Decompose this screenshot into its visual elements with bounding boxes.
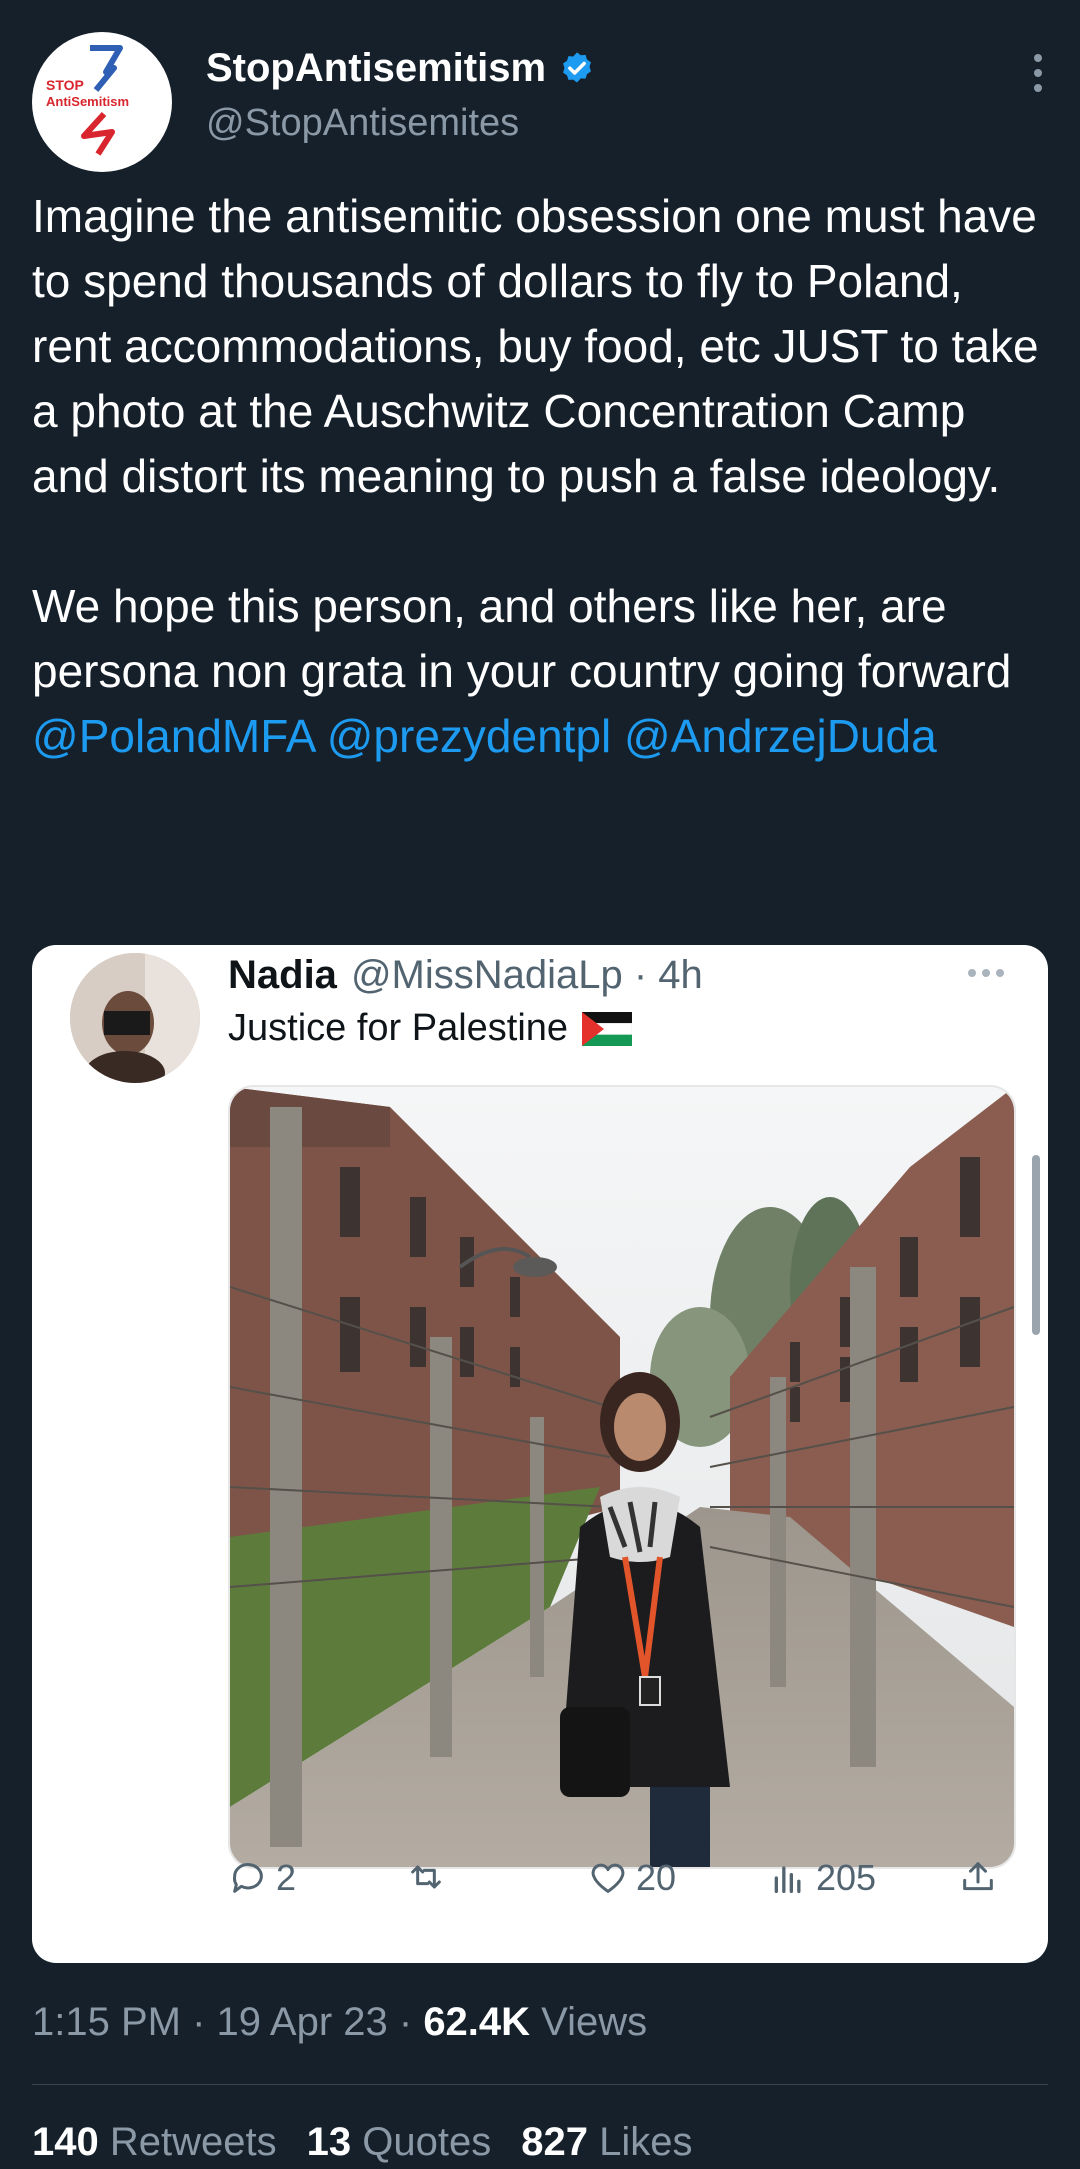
quoted-header: Nadia @MissNadiaLp · 4h <box>228 953 703 998</box>
views-total: 62.4K <box>423 2000 531 2044</box>
tweet-text: Imagine the antisemitic obsession one mu… <box>32 184 1052 769</box>
reply-count: 2 <box>276 1857 297 1898</box>
engagement-stats: 140 Retweets 13 Quotes 827 Likes <box>32 2120 692 2165</box>
quoted-tweet[interactable]: Nadia @MissNadiaLp · 4h Justice for Pale… <box>32 945 1048 1963</box>
tweet-timestamp: 1:15 PM · 19 Apr 23 · 62.4K Views <box>32 2000 647 2045</box>
quoted-author-name[interactable]: Nadia <box>228 953 337 998</box>
scrollbar[interactable] <box>1032 1155 1040 1335</box>
palestine-flag-icon <box>582 1011 633 1046</box>
quoted-author-avatar[interactable] <box>70 953 200 1083</box>
retweet-action[interactable] <box>406 1857 454 1897</box>
tweet-paragraph-2-text: We hope this person, and others like her… <box>32 580 1012 697</box>
views-icon <box>774 1866 801 1893</box>
quoted-author-meta[interactable]: @MissNadiaLp · 4h <box>351 953 703 998</box>
quotes-label: Quotes <box>362 2120 492 2164</box>
mention-polandmfa[interactable]: @PolandMFA <box>32 710 314 762</box>
likes-label: Likes <box>599 2120 693 2164</box>
share-icon <box>963 1862 993 1891</box>
logo-stop-text: STOP <box>46 77 84 93</box>
like-action[interactable]: 20 <box>588 1857 676 1899</box>
reply-icon <box>232 1863 263 1893</box>
quoted-more-icon[interactable] <box>968 969 1004 977</box>
quoted-action-bar: 2 20 205 <box>228 1857 1028 1927</box>
quoted-photo[interactable] <box>228 1085 1016 1869</box>
divider <box>32 2084 1048 2085</box>
tweet-header: STOP AntiSemitism StopAntisemitism @Stop… <box>32 32 1048 172</box>
verified-badge-icon <box>563 51 591 82</box>
stopantisemitism-logo-icon: STOP AntiSemitism <box>46 45 129 156</box>
tweet-paragraph-1: Imagine the antisemitic obsession one mu… <box>32 190 1039 502</box>
timestamp-text[interactable]: 1:15 PM · 19 Apr 23 · <box>32 2000 423 2044</box>
mention-andrzejduda[interactable]: @AndrzejDuda <box>624 710 937 762</box>
quoted-text-row: Justice for Palestine <box>228 1007 633 1050</box>
retweet-icon <box>411 1865 441 1889</box>
like-count: 20 <box>636 1857 677 1898</box>
views-label: Views <box>530 2000 648 2044</box>
author-name-row: StopAntisemitism <box>206 46 596 91</box>
views-count: 205 <box>816 1857 877 1898</box>
likes-count: 827 <box>521 2120 588 2164</box>
share-action[interactable] <box>958 1857 998 1897</box>
retweets-count: 140 <box>32 2120 99 2164</box>
tweet-paragraph-2: We hope this person, and others like her… <box>32 574 1052 769</box>
more-icon[interactable] <box>1028 54 1048 104</box>
retweets-label: Retweets <box>109 2120 277 2164</box>
retweets-stat[interactable]: 140 Retweets <box>32 2120 277 2164</box>
quoted-text: Justice for Palestine <box>228 1007 569 1049</box>
reply-action[interactable]: 2 <box>228 1857 296 1899</box>
quotes-stat[interactable]: 13 Quotes <box>307 2120 492 2164</box>
quotes-count: 13 <box>306 2120 352 2164</box>
author-handle[interactable]: @StopAntisemites <box>206 102 519 145</box>
likes-stat[interactable]: 827 Likes <box>521 2120 692 2164</box>
logo-antisemitism-text: AntiSemitism <box>46 94 129 109</box>
views-action[interactable]: 205 <box>768 1857 876 1899</box>
author-avatar[interactable]: STOP AntiSemitism <box>32 32 172 172</box>
author-name[interactable]: StopAntisemitism <box>206 46 546 91</box>
mention-prezydentpl[interactable]: @prezydentpl <box>327 710 612 762</box>
like-icon <box>591 1863 625 1893</box>
